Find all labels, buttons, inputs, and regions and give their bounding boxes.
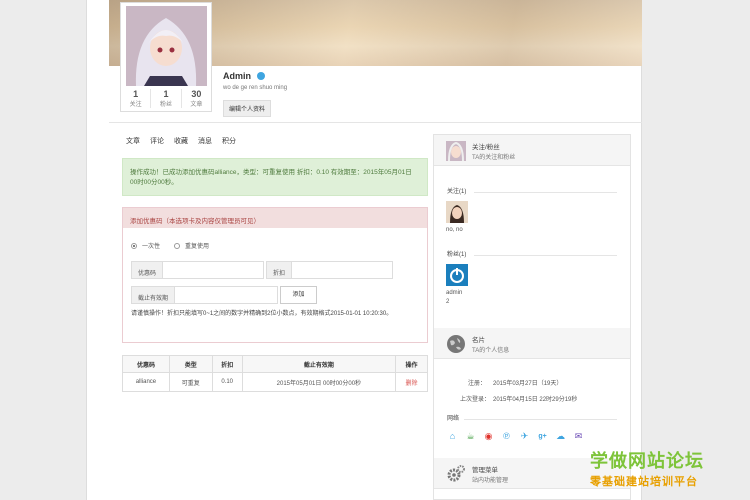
googleplus-icon[interactable]: g+ (537, 431, 548, 442)
radio-label: 重复使用 (185, 244, 210, 250)
stat-number: 1 (133, 89, 139, 99)
discount-input[interactable] (292, 262, 392, 278)
fans-label: 粉丝(1) (447, 252, 467, 258)
gears-icon (447, 465, 465, 482)
table-header: 截止有效期 (241, 355, 397, 373)
following-label: 关注(1) (447, 189, 467, 195)
stat-posts[interactable]: 30 文章 (182, 89, 211, 108)
card-subtitle: TA的个人信息 (472, 348, 510, 354)
stat-label: 文章 (190, 102, 203, 108)
register-date: 2015年03月27日（19天） (493, 381, 563, 387)
field-label: 截止有效期 (132, 287, 176, 303)
table-cell: 可重复 (168, 372, 213, 392)
admin-menu-subtitle: 站内功能管理 (472, 478, 509, 484)
tab-comments[interactable]: 评论 (150, 136, 164, 146)
table-cell: 0.10 (211, 372, 243, 392)
add-coupon-button[interactable]: 添加 (280, 286, 317, 304)
coupon-type-radios: 一次性 重复使用 (131, 241, 209, 250)
radio-once[interactable]: 一次性 (131, 241, 160, 250)
avatar-small-icon (446, 141, 466, 161)
add-coupon-panel: 添加优惠码（本选项卡及内容仅管理员可见） 一次性 重复使用 优惠码 折扣 截止有… (122, 207, 428, 343)
follow-header: 关注/粉丝 TA的关注和粉丝 (434, 135, 630, 166)
fan-count: 2 (446, 299, 450, 305)
home-icon[interactable]: ⌂ (447, 431, 458, 442)
username: Admin (223, 71, 251, 81)
expire-field: 截止有效期 (131, 286, 278, 304)
tab-messages[interactable]: 消息 (198, 136, 212, 146)
table-cell: 2015年05月01日 00时00分00秒 (241, 372, 397, 392)
network-label: 网络 (447, 416, 460, 422)
admin-menu-title: 管理菜单 (472, 467, 498, 474)
stat-fans[interactable]: 1 粉丝 (151, 89, 182, 108)
delete-link[interactable]: 删除 (395, 372, 428, 392)
divider (474, 192, 617, 193)
stat-label: 粉丝 (159, 102, 172, 108)
fan-avatar[interactable] (446, 264, 468, 286)
stat-label: 关注 (129, 102, 142, 108)
table-header: 操作 (395, 355, 428, 373)
follow-subtitle: TA的关注和粉丝 (472, 155, 516, 161)
profile-stats: 1 关注 1 粉丝 30 文章 (121, 89, 211, 108)
weibo-icon[interactable]: ◉ (483, 431, 494, 442)
radio-repeat[interactable]: 重复使用 (174, 241, 209, 250)
follow-title: 关注/粉丝 (472, 144, 500, 151)
radio-checked-icon (131, 243, 137, 250)
table-header: 类型 (168, 355, 213, 373)
last-login-label: 上次登录： (460, 397, 491, 403)
radio-label: 一次性 (142, 244, 161, 250)
sidebar: 关注/粉丝 TA的关注和粉丝 关注(1) no, no 粉丝(1) admin … (433, 134, 631, 500)
cup-icon[interactable]: ☕ (465, 431, 476, 442)
verified-icon (257, 72, 265, 80)
table-header-row: 优惠码 类型 折扣 截止有效期 操作 (122, 355, 428, 373)
success-alert: 操作成功！已成功添加优惠码alliance，类型：可重复使用 折扣：0.10 有… (122, 158, 428, 196)
last-login-date: 2015年04月15日 22时29分19秒 (493, 397, 578, 403)
watermark-title: 学做网站论坛 (590, 451, 704, 472)
coupon-hint: 请谨慎操作！折扣只能填写0~1之间的数字并精确到2位小数点，有效期格式2015-… (131, 311, 393, 317)
table-header: 折扣 (211, 355, 243, 373)
edit-profile-button[interactable]: 编辑个人资料 (223, 100, 272, 117)
expire-input[interactable] (175, 287, 277, 303)
twitter-icon[interactable]: ✈ (519, 431, 530, 442)
register-label: 注册： (468, 381, 487, 387)
watermark-subtitle: 零基础建站培训平台 (590, 475, 698, 488)
field-label: 优惠码 (132, 262, 164, 278)
following-avatar[interactable] (446, 201, 468, 223)
field-label: 折扣 (267, 262, 293, 278)
globe-icon (447, 335, 465, 353)
social-links: ⌂ ☕ ◉ ℗ ✈ g+ ☁ ✉ (447, 431, 584, 442)
divider (474, 255, 617, 256)
divider (109, 122, 642, 123)
avatar[interactable] (126, 6, 207, 86)
wechat-icon[interactable]: ☁ (555, 431, 566, 442)
card-title: 名片 (472, 337, 485, 344)
stat-following[interactable]: 1 关注 (121, 89, 152, 108)
panel-title: 添加优惠码（本选项卡及内容仅管理员可见） (123, 208, 427, 228)
user-bio: wo de ge ren shuo ming (223, 85, 288, 91)
stat-number: 30 (191, 89, 202, 99)
fan-name[interactable]: admin (446, 290, 462, 296)
divider (464, 419, 617, 420)
mail-icon[interactable]: ✉ (573, 431, 584, 442)
pinterest-icon[interactable]: ℗ (501, 431, 512, 442)
tab-points[interactable]: 积分 (222, 136, 236, 146)
page-container: 1 关注 1 粉丝 30 文章 Admin wo de ge ren shuo … (86, 0, 642, 500)
tab-favorites[interactable]: 收藏 (174, 136, 188, 146)
table-cell: alliance (122, 372, 170, 392)
radio-unchecked-icon (174, 243, 181, 250)
content-tabs: 文章 评论 收藏 消息 积分 (126, 136, 236, 146)
card-header: 名片 TA的个人信息 (434, 328, 630, 359)
coupon-code-input[interactable] (163, 262, 263, 278)
coupon-code-field: 优惠码 (131, 261, 264, 279)
table-header: 优惠码 (122, 355, 170, 373)
stat-number: 1 (163, 89, 169, 99)
following-name[interactable]: no, no (446, 227, 463, 233)
table-row: alliance 可重复 0.10 2015年05月01日 00时00分00秒 … (122, 372, 428, 392)
discount-field: 折扣 (266, 261, 393, 279)
tab-posts[interactable]: 文章 (126, 136, 140, 146)
coupon-table: 优惠码 类型 折扣 截止有效期 操作 alliance 可重复 0.10 201… (122, 355, 428, 392)
profile-card: 1 关注 1 粉丝 30 文章 (120, 2, 212, 112)
